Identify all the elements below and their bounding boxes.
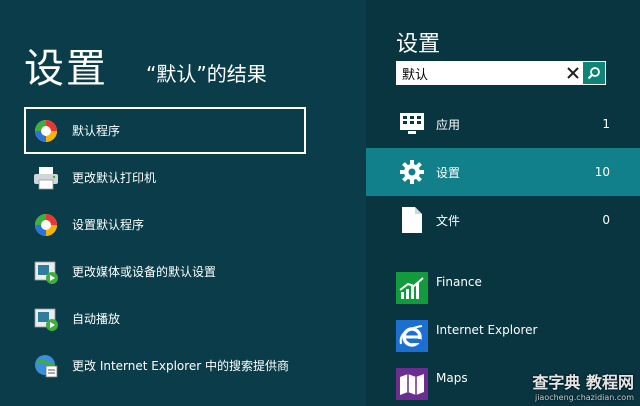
scope-count: 1 <box>602 117 610 131</box>
app-label: Maps <box>436 371 468 385</box>
results-list: 默认程序 更改默认打印机 设置默认程序 更改媒体或设备的默认设置 自动播放 更改… <box>24 107 306 389</box>
result-label: 自动播放 <box>72 312 121 326</box>
app-finance[interactable]: Finance <box>366 270 640 318</box>
results-subtitle: “默认”的结果 <box>146 62 267 86</box>
app-internet-explorer[interactable]: Internet Explorer <box>366 318 640 366</box>
scope-files[interactable]: 文件 0 <box>366 196 640 244</box>
autoplay-icon <box>32 258 60 286</box>
search-pane-title: 设置 <box>396 32 441 57</box>
internet-explorer-icon <box>396 320 428 352</box>
search-box <box>396 61 606 85</box>
result-item-default-programs[interactable]: 默认程序 <box>24 107 306 154</box>
result-label: 更改媒体或设备的默认设置 <box>72 265 217 279</box>
scope-settings[interactable]: 设置 10 <box>366 148 640 196</box>
result-item-set-default-programs[interactable]: 设置默认程序 <box>24 201 306 248</box>
gear-icon <box>396 156 428 188</box>
scope-count: 0 <box>602 213 610 227</box>
apps-icon <box>396 108 428 140</box>
internet-options-icon <box>32 352 60 380</box>
search-icon <box>587 67 600 80</box>
result-item-media-device-defaults[interactable]: 更改媒体或设备的默认设置 <box>24 248 306 295</box>
result-label: 更改默认打印机 <box>72 171 157 185</box>
search-pane: 设置 应用 1 <box>366 0 640 406</box>
scope-label: 文件 <box>436 213 461 228</box>
autoplay-icon <box>32 305 60 333</box>
file-icon <box>396 204 428 236</box>
app-label: Internet Explorer <box>436 323 538 337</box>
watermark-url: jiaocheng.chazidian.com <box>534 393 634 402</box>
scope-label: 设置 <box>436 165 461 180</box>
result-item-ie-search-provider[interactable]: 更改 Internet Explorer 中的搜索提供商 <box>24 342 306 389</box>
results-pane: 设置 “默认”的结果 默认程序 更改默认打印机 设置默认程序 更改媒体或设备的默… <box>0 0 366 406</box>
result-label: 默认程序 <box>72 124 121 138</box>
result-label: 设置默认程序 <box>72 218 145 232</box>
watermark: 查字典 教程网 jiaocheng.chazidian.com <box>532 369 634 402</box>
search-button[interactable] <box>583 62 605 84</box>
clear-icon[interactable] <box>563 62 583 84</box>
result-item-autoplay[interactable]: 自动播放 <box>24 295 306 342</box>
scope-label: 应用 <box>436 117 461 132</box>
app-label: Finance <box>436 275 482 289</box>
printer-icon <box>32 164 60 192</box>
result-item-change-default-printer[interactable]: 更改默认打印机 <box>24 154 306 201</box>
finance-app-icon <box>396 272 428 304</box>
search-input[interactable] <box>396 62 563 84</box>
page-title: 设置 <box>24 46 108 92</box>
scope-apps[interactable]: 应用 1 <box>366 100 640 148</box>
search-scope-list: 应用 1 设置 10 文件 0 <box>366 100 640 244</box>
default-programs-icon <box>32 117 60 145</box>
default-programs-icon <box>32 211 60 239</box>
scope-count: 10 <box>594 165 610 179</box>
result-label: 更改 Internet Explorer 中的搜索提供商 <box>72 359 290 373</box>
watermark-text: 查字典 教程网 <box>532 373 634 392</box>
maps-app-icon <box>396 368 428 400</box>
